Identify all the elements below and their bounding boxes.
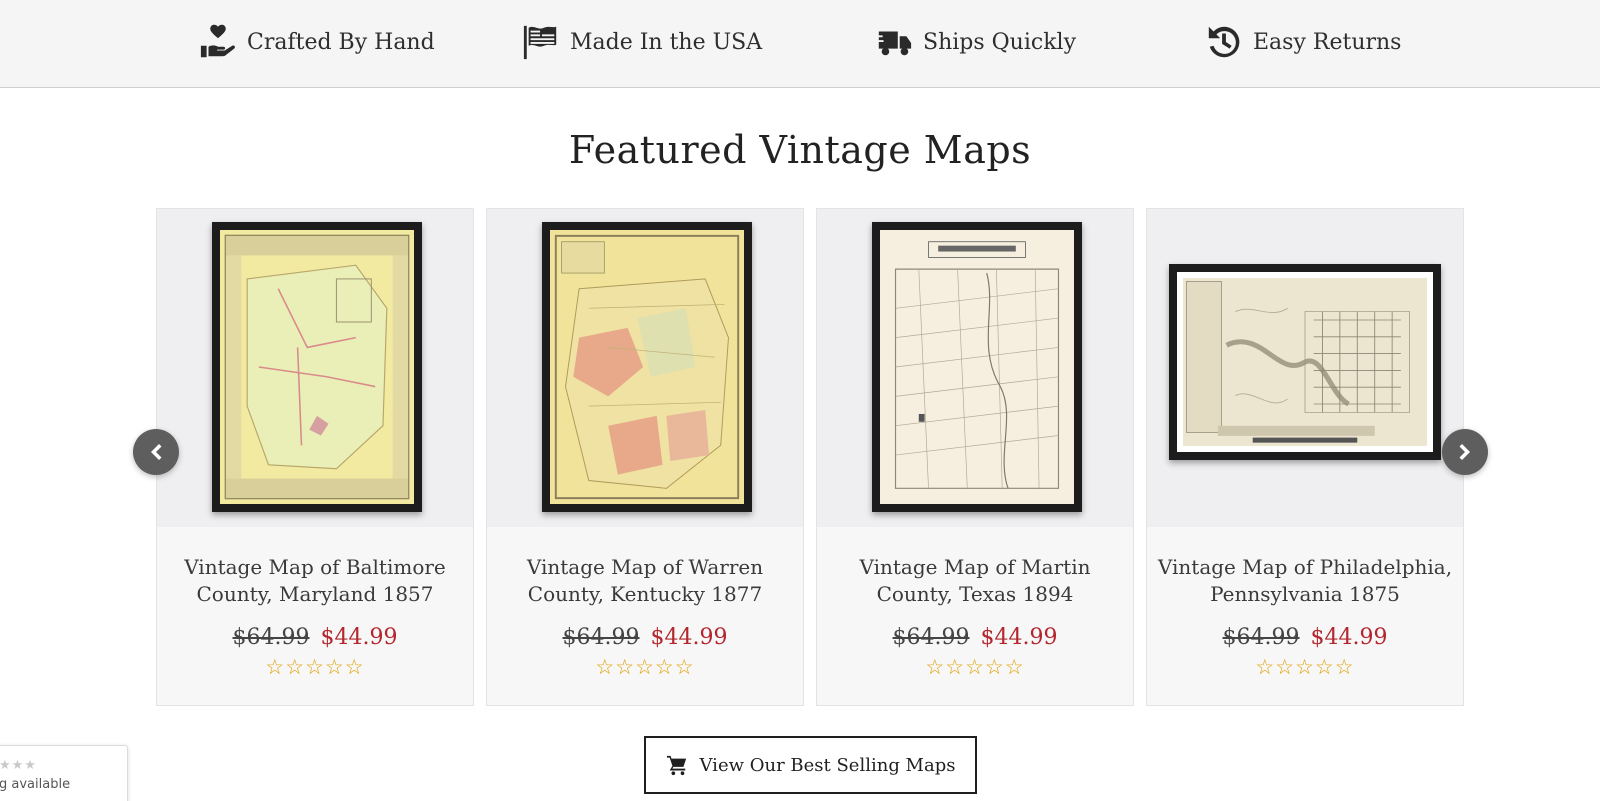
- feature-ships-quickly: Ships Quickly: [875, 22, 1076, 62]
- rating-widget[interactable]: ★★★ g available: [0, 745, 128, 801]
- star-rating: ☆☆☆☆☆: [265, 655, 365, 679]
- feature-made-in-usa: Made In the USA: [522, 22, 762, 62]
- product-prices: $64.99 $44.99: [817, 625, 1133, 650]
- product-image[interactable]: [817, 209, 1133, 527]
- product-card[interactable]: Vintage Map of Baltimore County, Marylan…: [156, 208, 474, 706]
- feature-bar: Crafted By Hand Made In the USA Ships Qu…: [0, 0, 1600, 88]
- old-price: $64.99: [562, 625, 640, 650]
- product-prices: $64.99 $44.99: [1147, 625, 1463, 650]
- feature-label: Crafted By Hand: [247, 29, 435, 55]
- feature-label: Made In the USA: [570, 29, 763, 55]
- carousel-prev-button[interactable]: [133, 429, 179, 475]
- flag-icon: [523, 25, 557, 60]
- map-print: [220, 230, 414, 504]
- star-rating: ☆☆☆☆☆: [1255, 655, 1355, 679]
- product-title[interactable]: Vintage Map of Martin County, Texas 1894: [823, 554, 1127, 608]
- hand-heart-icon: [200, 24, 235, 58]
- feature-label: Easy Returns: [1253, 29, 1402, 55]
- map-print: [1177, 272, 1433, 452]
- history-icon: [1208, 26, 1240, 58]
- product-title[interactable]: Vintage Map of Warren County, Kentucky 1…: [493, 554, 797, 608]
- product-image[interactable]: [157, 209, 473, 527]
- truck-icon: [875, 31, 912, 56]
- rating-widget-text: g available: [0, 777, 71, 792]
- product-prices: $64.99 $44.99: [157, 625, 473, 650]
- feature-crafted-by-hand: Crafted By Hand: [199, 22, 435, 62]
- product-carousel: Vintage Map of Baltimore County, Marylan…: [156, 208, 1466, 706]
- map-frame: [212, 222, 422, 512]
- feature-label: Ships Quickly: [923, 29, 1077, 55]
- chevron-right-icon: [1459, 444, 1470, 460]
- rating-widget-stars: ★★★: [0, 758, 37, 773]
- old-price: $64.99: [892, 625, 970, 650]
- chevron-left-icon: [151, 444, 162, 460]
- product-card[interactable]: Vintage Map of Philadelphia, Pennsylvani…: [1146, 208, 1464, 706]
- map-frame: [872, 222, 1082, 512]
- product-title[interactable]: Vintage Map of Baltimore County, Marylan…: [163, 554, 467, 608]
- star-rating: ☆☆☆☆☆: [925, 655, 1025, 679]
- view-best-selling-button[interactable]: View Our Best Selling Maps: [644, 736, 977, 794]
- sale-price: $44.99: [650, 625, 728, 650]
- sale-price: $44.99: [1310, 625, 1388, 650]
- product-image[interactable]: [487, 209, 803, 527]
- product-title[interactable]: Vintage Map of Philadelphia, Pennsylvani…: [1153, 554, 1457, 608]
- old-price: $64.99: [232, 625, 310, 650]
- cta-label: View Our Best Selling Maps: [699, 754, 956, 776]
- map-frame: [542, 222, 752, 512]
- feature-easy-returns: Easy Returns: [1205, 22, 1401, 62]
- product-card[interactable]: Vintage Map of Martin County, Texas 1894…: [816, 208, 1134, 706]
- section-title: Featured Vintage Maps: [568, 128, 1032, 172]
- sale-price: $44.99: [320, 625, 398, 650]
- old-price: $64.99: [1222, 625, 1300, 650]
- sale-price: $44.99: [980, 625, 1058, 650]
- product-card[interactable]: Vintage Map of Warren County, Kentucky 1…: [486, 208, 804, 706]
- map-print: [550, 230, 744, 504]
- map-print: [880, 230, 1074, 504]
- product-image[interactable]: [1147, 209, 1463, 527]
- map-frame: [1169, 264, 1441, 460]
- cart-icon: [666, 755, 686, 776]
- carousel-next-button[interactable]: [1442, 429, 1488, 475]
- star-rating: ☆☆☆☆☆: [595, 655, 695, 679]
- product-prices: $64.99 $44.99: [487, 625, 803, 650]
